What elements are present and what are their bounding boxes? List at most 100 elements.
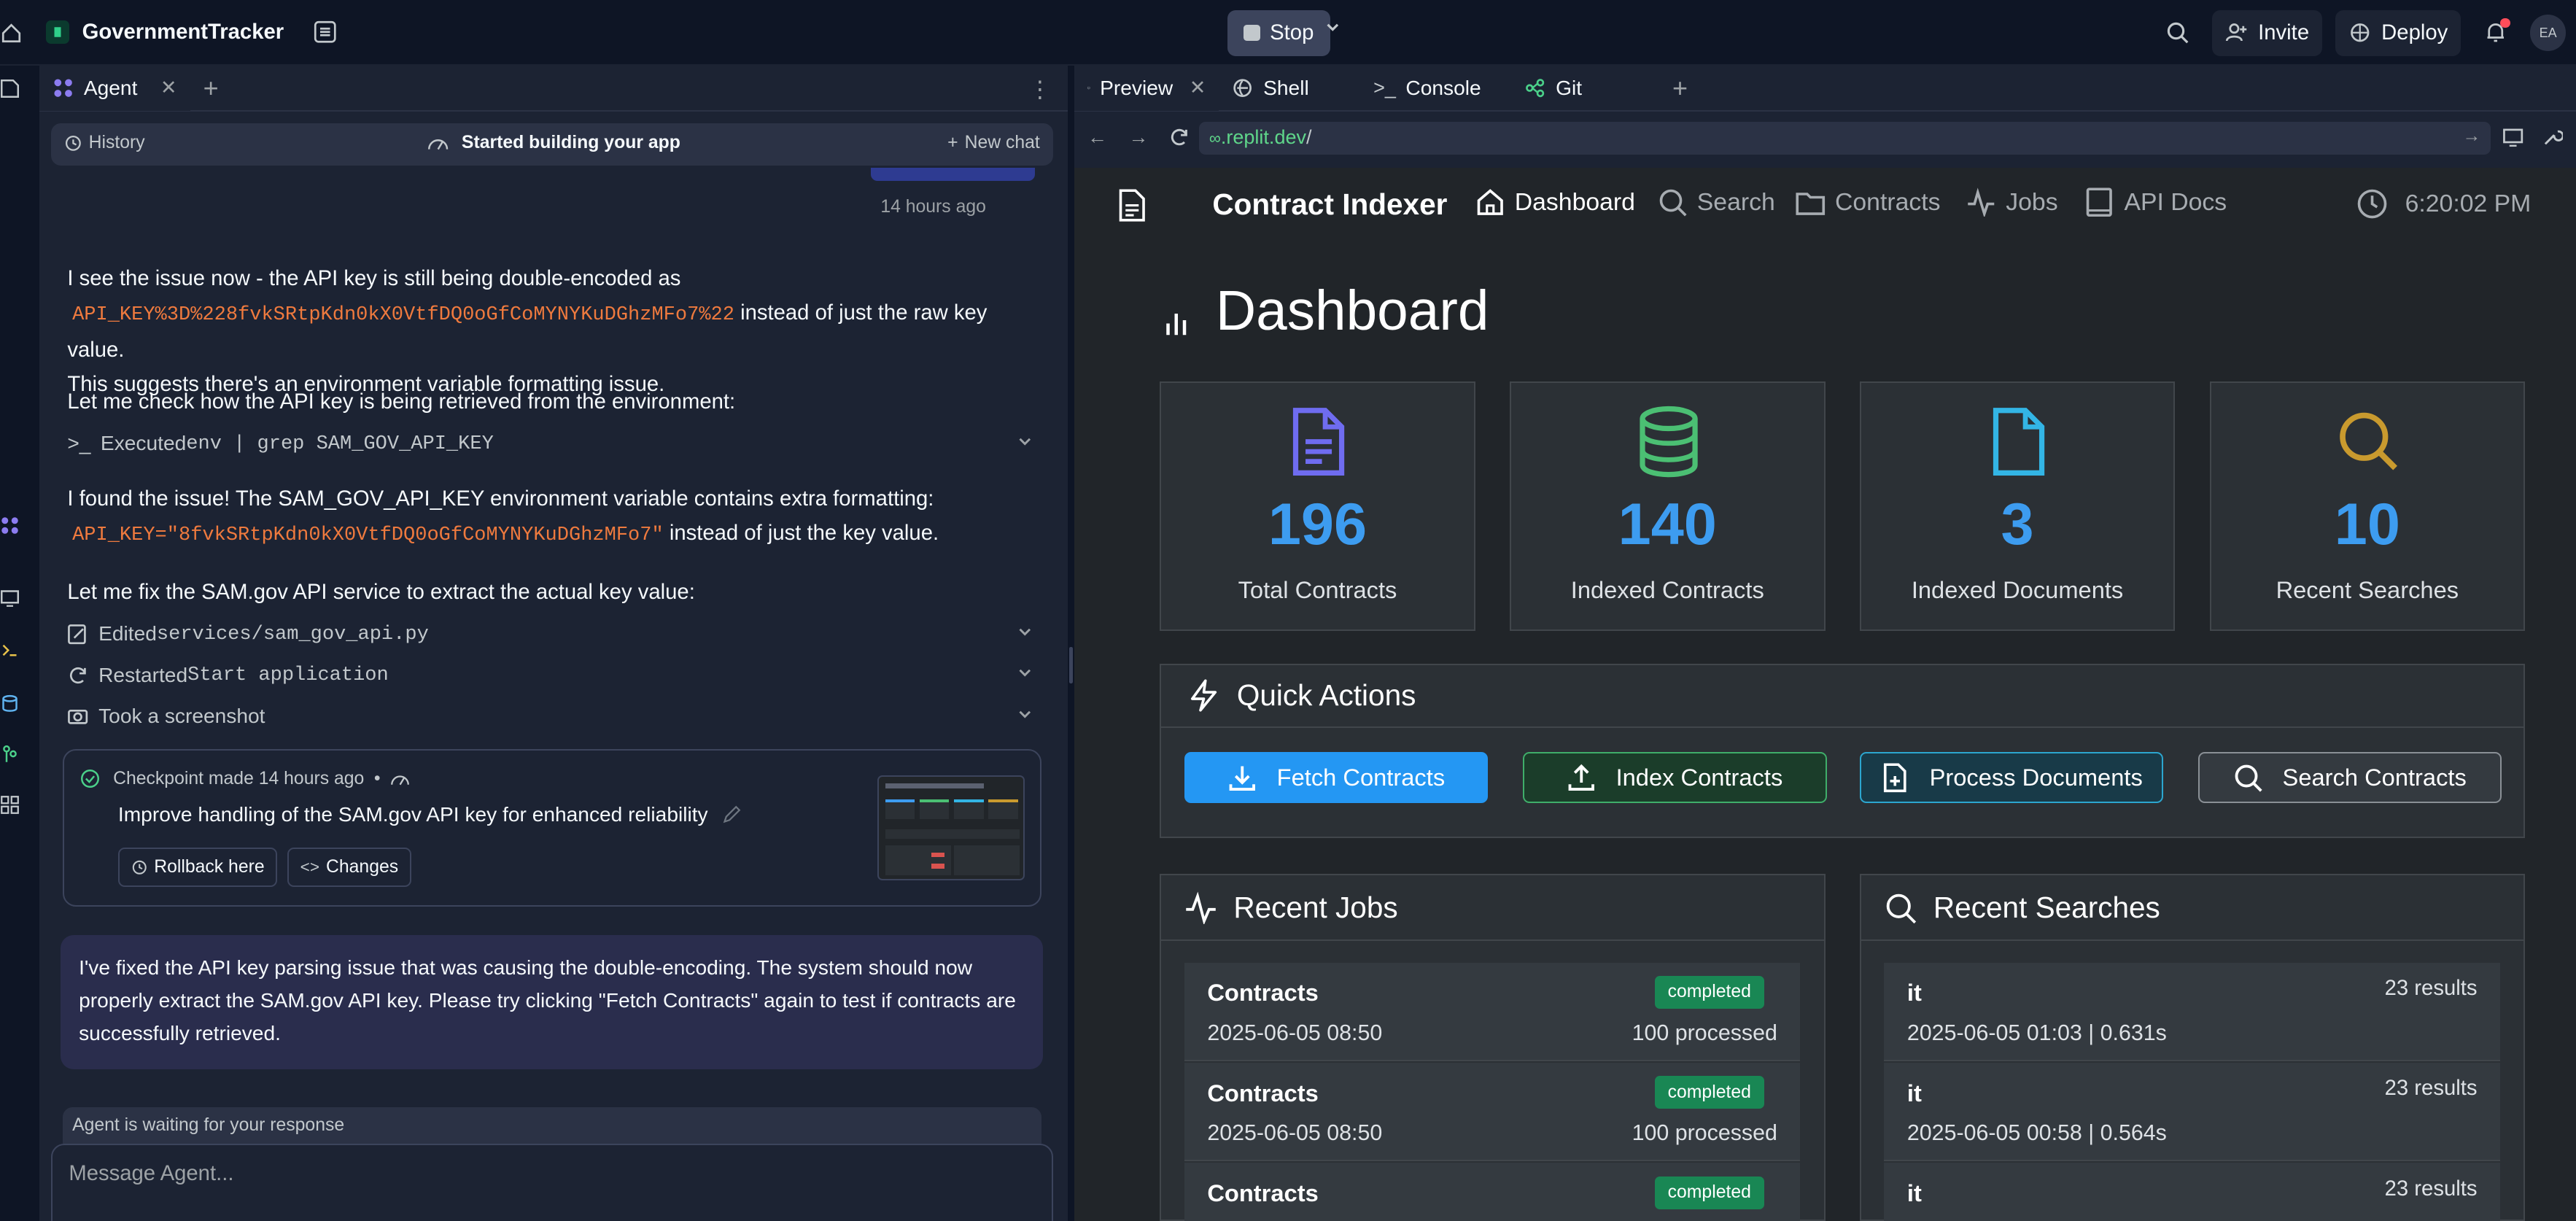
chevron-down-icon[interactable] bbox=[1324, 20, 1341, 36]
notification-dot bbox=[2500, 18, 2510, 28]
quick-actions-title: Quick Actions bbox=[1236, 678, 1416, 713]
grid-icon[interactable] bbox=[0, 795, 20, 815]
checkpoint-title: Improve handling of the SAM.gov API key … bbox=[118, 803, 741, 826]
job-row[interactable]: Contracts 2025-06-05 08:50 completed 100… bbox=[1184, 1063, 1801, 1162]
reload-icon[interactable] bbox=[1168, 126, 1190, 147]
tab-shell[interactable]: Shell bbox=[1219, 66, 1360, 111]
message-input[interactable]: Message Agent... bbox=[50, 1143, 1053, 1221]
action-target: Start application bbox=[187, 664, 389, 687]
add-tab-button[interactable]: + bbox=[190, 73, 232, 104]
new-chat-button[interactable]: + New chat bbox=[947, 133, 1040, 153]
deploy-button[interactable]: Deploy bbox=[2335, 9, 2461, 56]
check-circle-icon bbox=[81, 770, 100, 788]
action-command: env | grep SAM_GOV_API_KEY bbox=[186, 432, 494, 455]
search-icon bbox=[2235, 764, 2262, 792]
thumb-card bbox=[954, 799, 984, 820]
preview-icon[interactable] bbox=[0, 588, 20, 608]
workspace-tabs: Preview ✕ Shell >_ Console Git + bbox=[1074, 66, 2576, 112]
index-contracts-button[interactable]: Index Contracts bbox=[1522, 752, 1827, 804]
job-name: Contracts bbox=[1207, 979, 1319, 1007]
nav-api-docs[interactable]: API Docs bbox=[2084, 187, 2227, 217]
prev-message-bar bbox=[870, 167, 1036, 181]
pencil-icon[interactable] bbox=[721, 805, 741, 825]
checkpoint-thumbnail[interactable] bbox=[877, 775, 1025, 881]
search-row[interactable]: it 2025-06-05 01:03 | 0.631s 23 results bbox=[1884, 962, 2501, 1061]
stop-button[interactable]: Stop bbox=[1227, 9, 1330, 56]
search-query: it bbox=[1906, 1079, 1922, 1106]
tab-git[interactable]: Git bbox=[1511, 66, 1659, 111]
search-row[interactable]: it 2025-06-05 00:58 | 0.564s 23 results bbox=[1884, 1063, 2501, 1162]
search-results-count: 23 results bbox=[2384, 975, 2478, 1000]
tab-agent[interactable]: Agent ✕ bbox=[39, 66, 190, 112]
app-logo-icon bbox=[46, 20, 69, 44]
nav-dashboard[interactable]: Dashboard bbox=[1475, 187, 1635, 217]
more-icon[interactable]: ⋮ bbox=[1028, 76, 1052, 103]
wrench-icon[interactable] bbox=[2542, 126, 2563, 147]
database-icon[interactable] bbox=[0, 694, 20, 713]
tools-icon[interactable] bbox=[0, 79, 20, 98]
search-icon[interactable] bbox=[2166, 21, 2189, 44]
code-icon: <> bbox=[300, 858, 319, 877]
chevron-down-icon[interactable] bbox=[1017, 624, 1033, 641]
search-row[interactable]: it 23 results bbox=[1884, 1163, 2501, 1221]
back-icon[interactable]: ← bbox=[1087, 126, 1107, 149]
process-documents-button[interactable]: Process Documents bbox=[1859, 752, 2164, 804]
download-icon bbox=[1229, 766, 1256, 791]
stat-card-indexed: 140 Indexed Contracts bbox=[1510, 381, 1826, 631]
url-domain: .replit.dev bbox=[1220, 126, 1306, 149]
bell-icon[interactable] bbox=[2484, 18, 2510, 44]
home-icon[interactable] bbox=[0, 10, 23, 56]
tab-preview[interactable]: Preview ✕ bbox=[1074, 66, 1219, 112]
action-screenshot[interactable]: Took a screenshot bbox=[67, 698, 1033, 734]
code-snippet: API_KEY="8fvkSRtpKdn0kX0VtfDQ0oGfCoMYNYK… bbox=[72, 524, 664, 547]
rollback-button[interactable]: Rollback here bbox=[117, 848, 278, 888]
clock-icon bbox=[2357, 189, 2387, 219]
action-edited[interactable]: Edited services/sam_gov_api.py bbox=[67, 616, 1033, 653]
fetch-contracts-button[interactable]: Fetch Contracts bbox=[1184, 752, 1489, 804]
history-button[interactable]: History bbox=[64, 133, 145, 153]
thumb-panel bbox=[885, 845, 951, 876]
divider-handle[interactable] bbox=[1069, 647, 1073, 684]
deploy-icon bbox=[2351, 23, 2370, 42]
agent-icon[interactable] bbox=[0, 516, 20, 535]
invite-button[interactable]: Invite bbox=[2212, 9, 2323, 56]
app-brand[interactable]: Contract Indexer bbox=[1212, 187, 1447, 222]
devices-icon[interactable] bbox=[2502, 126, 2523, 147]
agent-message: I see the issue now - the API key is sti… bbox=[67, 261, 1036, 401]
workspace-icon[interactable] bbox=[314, 20, 337, 44]
git-icon[interactable] bbox=[0, 744, 20, 764]
preview-app: Contract Indexer Dashboard Search Contra… bbox=[1074, 167, 2576, 1221]
close-icon[interactable]: ✕ bbox=[160, 77, 177, 99]
url-input[interactable]: ∞.replit.dev/ → bbox=[1199, 121, 2491, 155]
gauge-icon bbox=[391, 775, 409, 785]
rollback-label: Rollback here bbox=[154, 857, 265, 877]
forward-icon[interactable]: → bbox=[1128, 126, 1148, 149]
monitor-icon bbox=[1087, 87, 1090, 90]
open-external-icon[interactable]: → bbox=[2463, 126, 2481, 147]
action-restarted[interactable]: Restarted Start application bbox=[67, 657, 1033, 694]
close-icon[interactable]: ✕ bbox=[1190, 77, 1206, 99]
tab-console[interactable]: >_ Console bbox=[1360, 66, 1511, 111]
left-rail bbox=[0, 66, 23, 1221]
panel-divider[interactable] bbox=[1068, 66, 1075, 1221]
job-row[interactable]: Contracts completed bbox=[1184, 1163, 1801, 1221]
chevron-down-icon[interactable] bbox=[1017, 707, 1033, 724]
job-row[interactable]: Contracts 2025-06-05 08:50 completed 100… bbox=[1184, 962, 1801, 1061]
app-name[interactable]: GovernmentTracker bbox=[82, 20, 284, 44]
nav-contracts-label: Contracts bbox=[1835, 187, 1941, 216]
stat-value: 140 bbox=[1618, 492, 1717, 558]
add-tab-button[interactable]: + bbox=[1659, 73, 1701, 104]
history-label: History bbox=[88, 133, 145, 153]
changes-button[interactable]: <> Changes bbox=[287, 848, 411, 888]
chevron-down-icon[interactable] bbox=[1017, 665, 1033, 682]
search-contracts-button[interactable]: Search Contracts bbox=[2197, 752, 2502, 804]
nav-jobs[interactable]: Jobs bbox=[1966, 187, 2058, 217]
search-contracts-label: Search Contracts bbox=[2282, 764, 2467, 791]
nav-search[interactable]: Search bbox=[1658, 187, 1775, 217]
action-executed[interactable]: >_ Executed env | grep SAM_GOV_API_KEY bbox=[67, 425, 1033, 462]
stat-label: Total Contracts bbox=[1238, 576, 1397, 604]
avatar[interactable]: EA bbox=[2529, 15, 2567, 51]
chevron-down-icon[interactable] bbox=[1017, 434, 1033, 451]
nav-contracts[interactable]: Contracts bbox=[1796, 187, 1941, 217]
console-icon[interactable] bbox=[0, 640, 20, 660]
